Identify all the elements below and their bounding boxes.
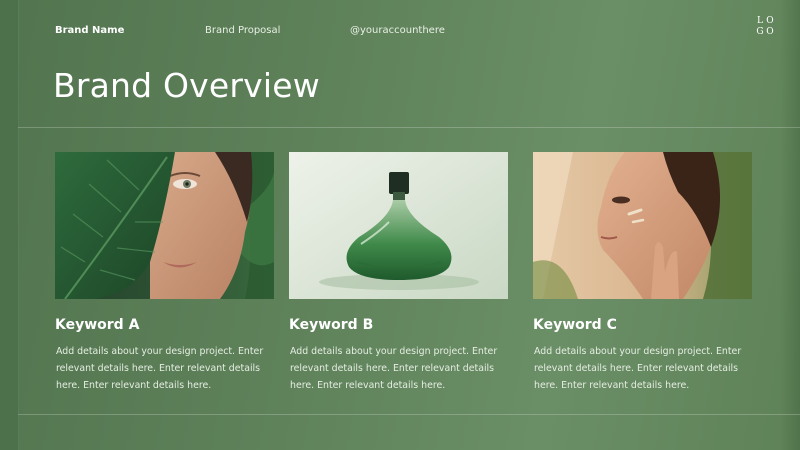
logo-letter: L [757, 16, 763, 26]
keyword-b-details: Add details about your design project. E… [290, 346, 498, 391]
card-image-face-leaf [55, 152, 274, 299]
slide: Brand Name Brand Proposal @youraccounthe… [0, 0, 800, 450]
account-handle: @youraccounthere [350, 25, 445, 36]
logo: L O G O [754, 16, 778, 40]
divider-top [18, 127, 800, 128]
keyword-c-details: Add details about your design project. E… [534, 346, 742, 391]
keyword-b-heading: Keyword B [289, 317, 374, 333]
keyword-a-details: Add details about your design project. E… [56, 346, 264, 391]
logo-letter: O [766, 27, 774, 37]
logo-letter: O [766, 16, 774, 26]
brand-name: Brand Name [55, 25, 125, 36]
brand-proposal: Brand Proposal [205, 25, 281, 36]
card-image-perfume-bottle [289, 152, 508, 299]
page-title: Brand Overview [53, 66, 320, 105]
logo-letter: G [756, 27, 764, 37]
keyword-c-heading: Keyword C [533, 317, 617, 333]
keyword-a-heading: Keyword A [55, 317, 140, 333]
left-edge-panel [0, 0, 19, 450]
right-edge-shade [780, 0, 800, 450]
divider-bottom [18, 414, 800, 415]
card-image-skincare-model [533, 152, 752, 299]
